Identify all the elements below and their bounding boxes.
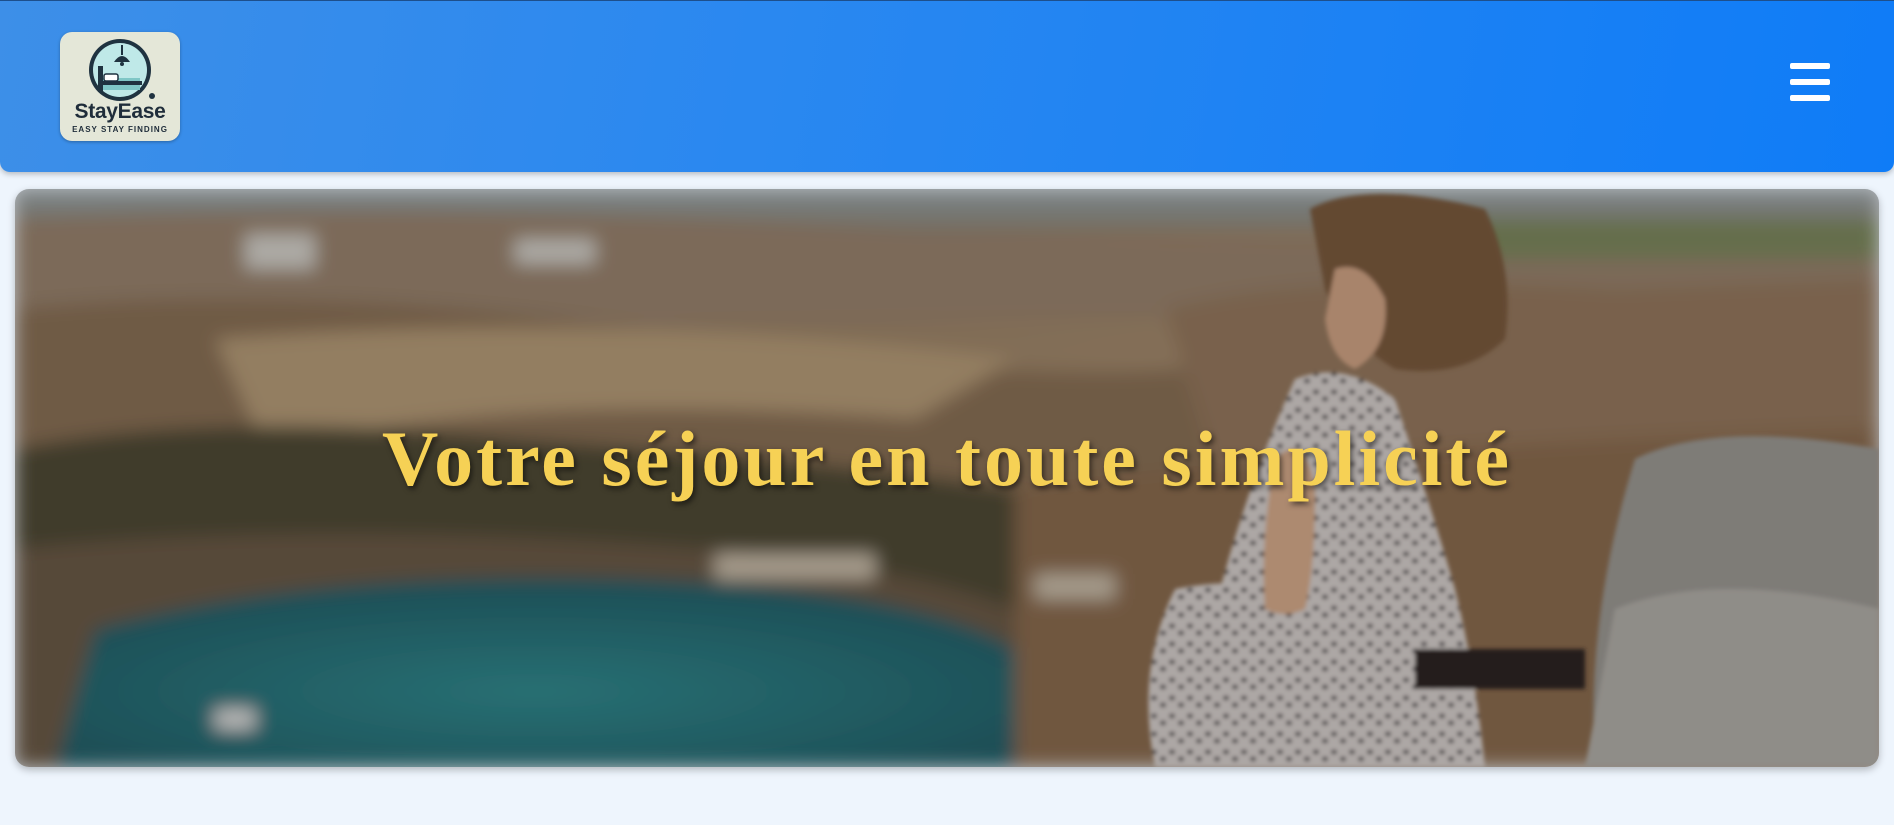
hero-title: Votre séjour en toute simplicité	[381, 415, 1513, 502]
logo-tagline: EASY STAY FINDING	[72, 125, 168, 134]
stayease-logo[interactable]: StayEase EASY STAY FINDING	[60, 32, 180, 141]
logo-name: StayEase	[74, 100, 166, 123]
top-navigation-bar: StayEase EASY STAY FINDING	[0, 0, 1894, 172]
hamburger-menu-icon[interactable]	[1790, 63, 1832, 103]
hero-banner: Votre séjour en toute simplicité	[15, 189, 1879, 767]
